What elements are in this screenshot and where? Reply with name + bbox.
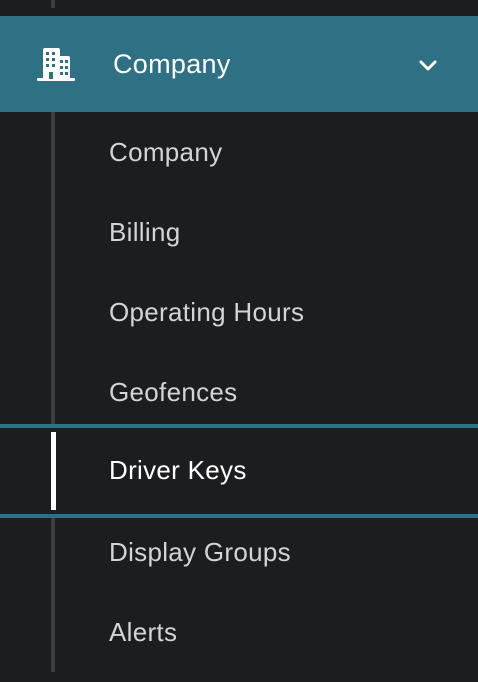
- nav-item-geofences[interactable]: Geofences: [0, 352, 478, 432]
- nav-item-operating-hours[interactable]: Operating Hours: [0, 272, 478, 352]
- nav-item-billing[interactable]: Billing: [0, 192, 478, 272]
- nav-item-display-groups[interactable]: Display Groups: [0, 512, 478, 592]
- tree-guide-line: [51, 0, 55, 8]
- nav-item-label: Geofences: [109, 377, 238, 407]
- building-icon: [37, 48, 75, 81]
- nav-item-driver-keys[interactable]: Driver Keys: [0, 424, 478, 518]
- nav-item-label: Billing: [109, 217, 181, 247]
- nav-group-company[interactable]: Company: [0, 16, 478, 112]
- nav-item-label: Display Groups: [109, 537, 291, 567]
- nav-item-company[interactable]: Company: [0, 112, 478, 192]
- active-indicator: [51, 432, 56, 510]
- nav-item-label: Driver Keys: [109, 455, 247, 485]
- nav-item-label: Company: [109, 137, 223, 167]
- nav-item-label: Alerts: [109, 617, 178, 647]
- chevron-down-icon[interactable]: [416, 54, 440, 78]
- sidebar-nav: Company Company Billing Operating Hours …: [0, 0, 478, 682]
- nav-item-alerts[interactable]: Alerts: [0, 592, 478, 672]
- nav-group-label: Company: [113, 49, 231, 79]
- nav-item-label: Operating Hours: [109, 297, 305, 327]
